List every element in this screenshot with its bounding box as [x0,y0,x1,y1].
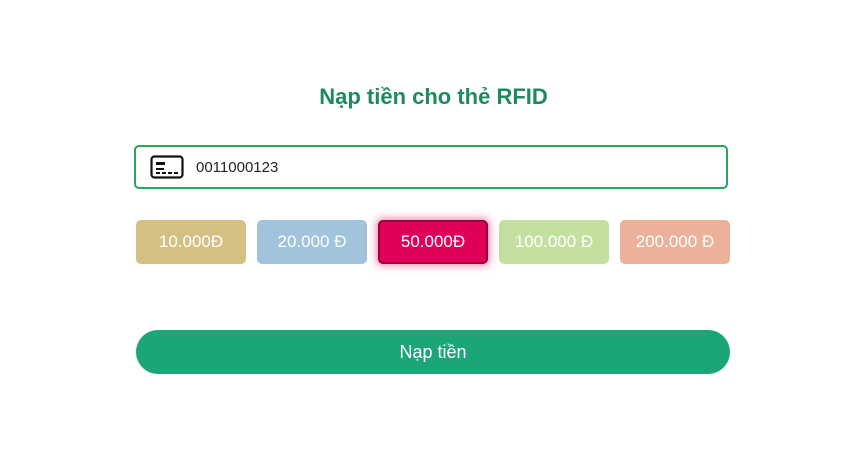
amount-button-10000[interactable]: 10.000Đ [136,220,246,264]
credit-card-icon [150,155,184,179]
rfid-topup-page: Nạp tiền cho thẻ RFID 10.000Đ 20.000 Đ 5… [0,0,855,457]
amount-button-50000[interactable]: 50.000Đ [378,220,488,264]
topup-submit-button[interactable]: Nạp tiền [136,330,730,374]
amount-button-200000[interactable]: 200.000 Đ [620,220,730,264]
page-title: Nạp tiền cho thẻ RFID [319,84,548,109]
amount-button-100000[interactable]: 100.000 Đ [499,220,609,264]
card-number-input[interactable] [196,158,696,176]
card-number-field[interactable] [134,145,728,189]
amount-options: 10.000Đ 20.000 Đ 50.000Đ 100.000 Đ 200.0… [136,220,730,264]
amount-button-20000[interactable]: 20.000 Đ [257,220,367,264]
